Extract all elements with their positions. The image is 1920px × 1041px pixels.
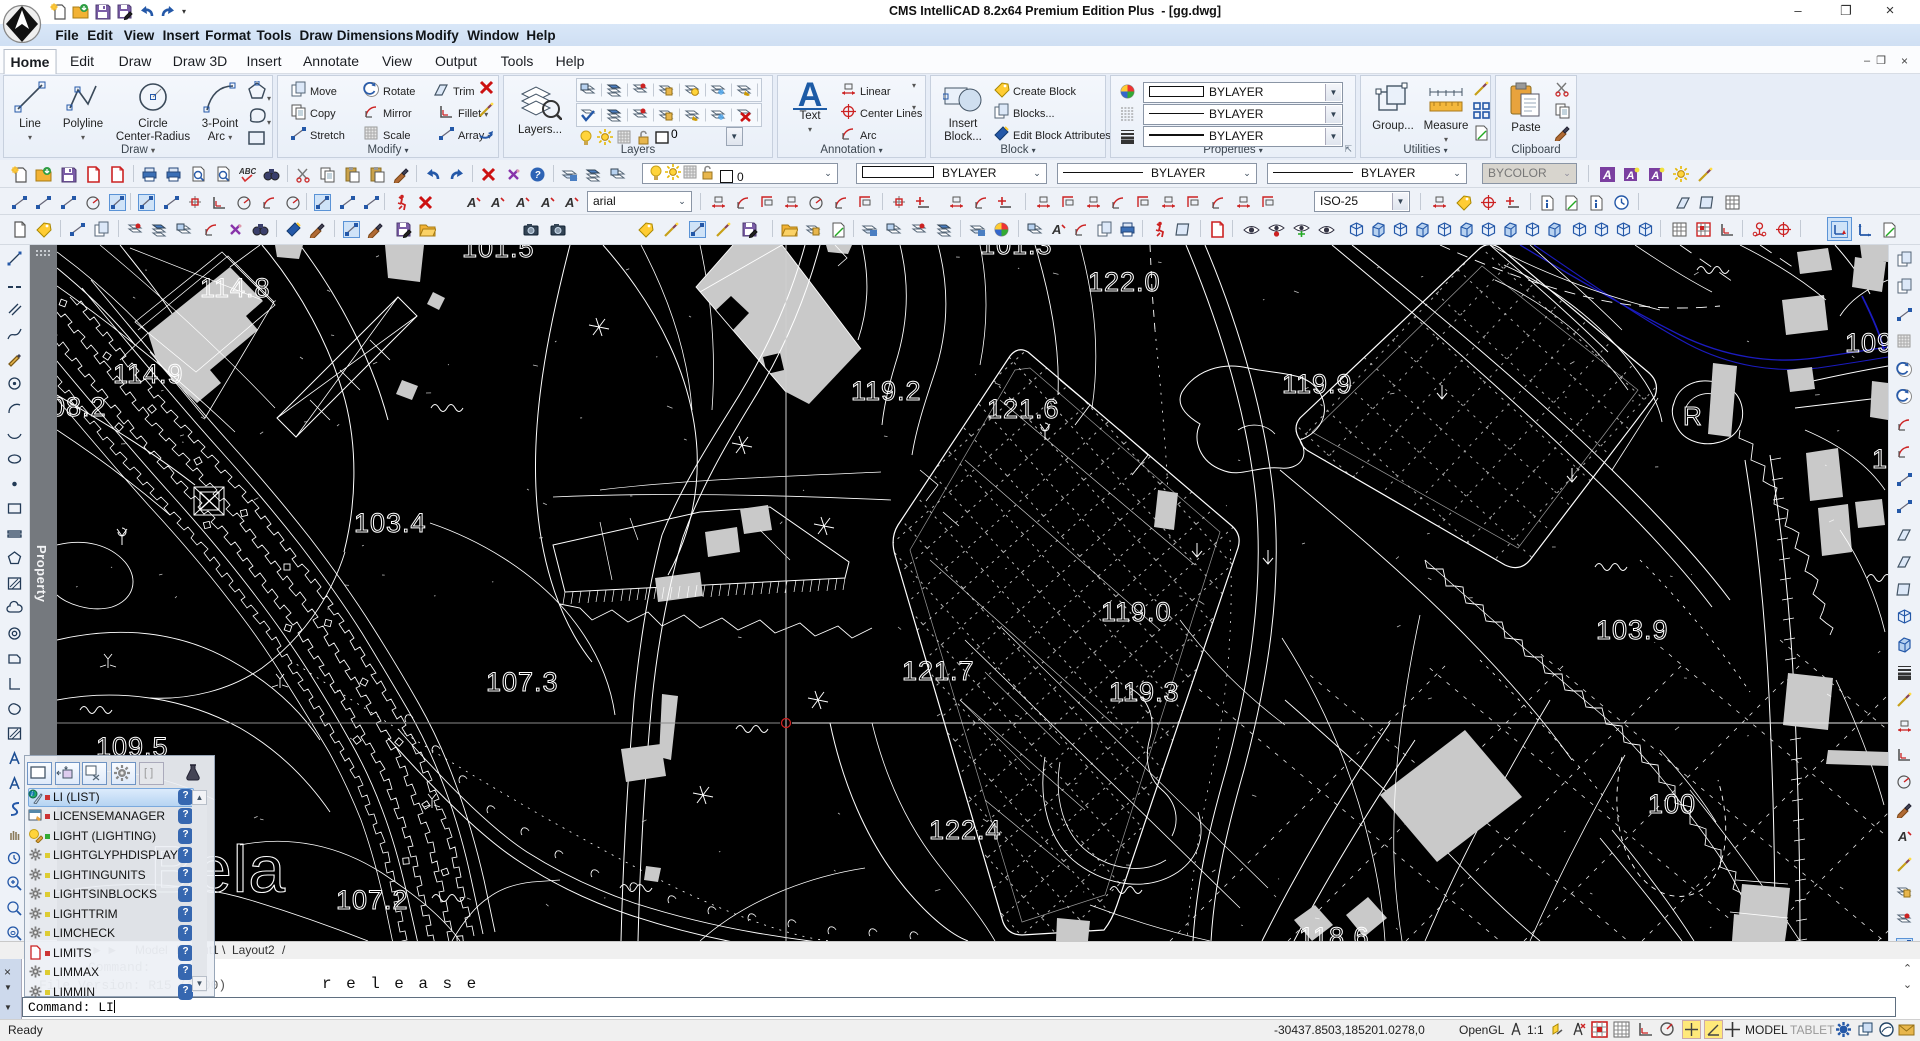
svg-text:119.2: 119.2 [851, 376, 922, 406]
svg-text:119.9: 119.9 [1282, 369, 1353, 399]
svg-text:107.2: 107.2 [336, 885, 409, 915]
svg-text:i: i [31, 790, 33, 798]
svg-text:A: A [1897, 829, 1907, 844]
svg-text:A: A [466, 195, 476, 210]
svg-text:08.2: 08.2 [57, 392, 107, 422]
svg-text:R: R [1683, 401, 1703, 431]
svg-text:A: A [1602, 168, 1612, 182]
svg-text:A: A [540, 195, 550, 210]
svg-text:A: A [1651, 170, 1660, 182]
svg-text:114.9: 114.9 [113, 359, 184, 389]
svg-text:119.0: 119.0 [1101, 597, 1172, 627]
svg-text:118.6: 118.6 [1299, 922, 1370, 941]
svg-text:103.9: 103.9 [1596, 615, 1669, 645]
svg-text:122.0: 122.0 [1088, 267, 1161, 297]
svg-text:101.5: 101.5 [462, 245, 535, 263]
svg-text:114.8: 114.8 [200, 273, 271, 303]
svg-text:119.3: 119.3 [1109, 677, 1180, 707]
svg-text:103.4: 103.4 [354, 508, 427, 538]
svg-text:A: A [515, 195, 525, 210]
svg-text:122.4: 122.4 [929, 815, 1002, 845]
svg-text:101.3: 101.3 [980, 245, 1053, 260]
svg-text:107.3: 107.3 [486, 667, 559, 697]
svg-text:A: A [1051, 222, 1061, 237]
svg-text:121.6: 121.6 [987, 394, 1060, 424]
svg-text:109.3: 109.3 [1845, 328, 1888, 358]
svg-text:121.7: 121.7 [902, 656, 975, 686]
svg-text:A: A [1626, 170, 1635, 182]
svg-text:10: 10 [1872, 444, 1888, 474]
svg-text:A: A [490, 195, 500, 210]
svg-text:?: ? [535, 170, 541, 181]
svg-text:100: 100 [1648, 789, 1696, 819]
svg-text:A: A [564, 195, 574, 210]
svg-text:ABC: ABC [239, 167, 256, 176]
